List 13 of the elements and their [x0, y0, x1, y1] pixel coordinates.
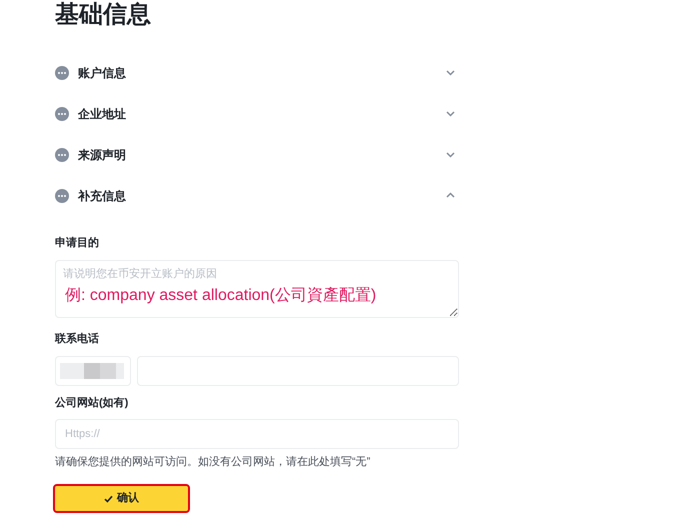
accordion-header[interactable]: 来源声明	[55, 134, 459, 175]
page-title: 基础信息	[55, 0, 152, 30]
hint-text: 请确保您提供的网站可访问。如没有公司网站，请在此处填写“无”	[55, 455, 370, 469]
accordion-header[interactable]: 企业地址	[55, 93, 459, 134]
accordion-header[interactable]: 补充信息	[55, 175, 459, 216]
field-label: 联系电话	[55, 332, 99, 346]
website-input[interactable]: Https://	[55, 419, 459, 449]
accordion-header[interactable]: 账户信息	[55, 52, 459, 93]
confirm-button[interactable]: 确认	[55, 486, 188, 511]
field-label: 公司网站(如有)	[55, 396, 128, 410]
annotation-text: 例: company asset allocation(公司資產配置)	[65, 286, 376, 306]
field-label: 申请目的	[55, 236, 99, 250]
purpose-textarea[interactable]: 请说明您在币安开立账户的原因 例: company asset allocation(公司資產配置)	[55, 260, 459, 318]
